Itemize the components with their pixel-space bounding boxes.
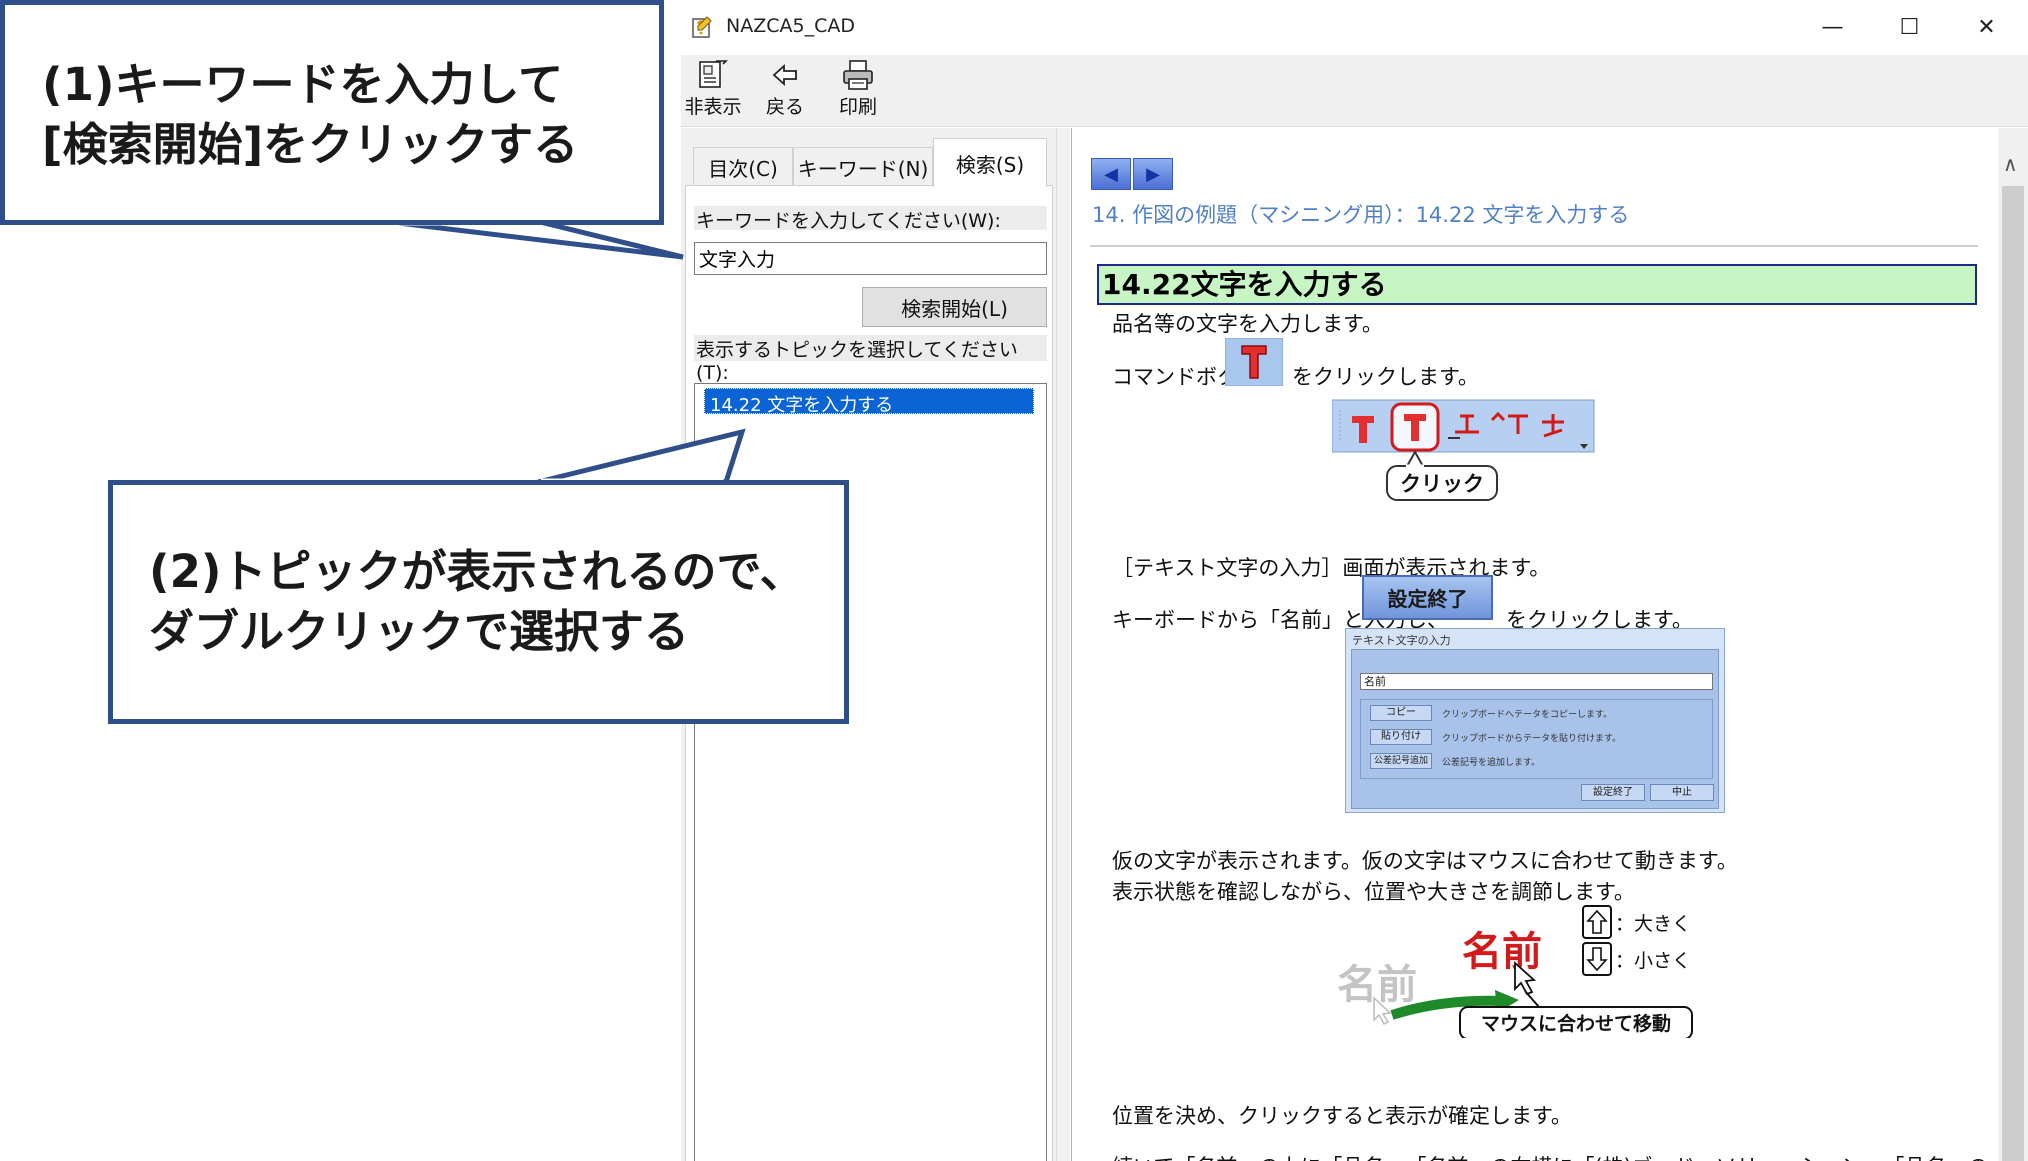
live-text: 名前 bbox=[1462, 929, 1542, 975]
tab-keyword[interactable]: キーワード(N) bbox=[793, 147, 933, 186]
dialog-paste-button: 貼り付け bbox=[1370, 729, 1432, 745]
body-text: をクリックします。 bbox=[1292, 365, 1479, 389]
pane-splitter[interactable] bbox=[1056, 128, 1070, 1161]
app-icon bbox=[692, 16, 712, 38]
right-triangle-icon: ▶ bbox=[1146, 163, 1160, 185]
hide-button[interactable]: 非表示 bbox=[681, 59, 745, 123]
step1-line2: [検索開始]をクリックする bbox=[42, 117, 579, 171]
text-tool-icon bbox=[1225, 338, 1283, 386]
topic-item-selected[interactable]: 14.22 文字を入力する bbox=[704, 388, 1034, 416]
minimize-button[interactable]: — bbox=[1794, 0, 1871, 55]
move-with-mouse-label: マウスに合わせて移動 bbox=[1481, 1012, 1671, 1035]
text-input-dialog-figure: テキスト文字の入力 名前 コピー クリップボードへテータをコピーします。 貼り付… bbox=[1345, 628, 1725, 813]
title-bar: NAZCA5_CAD — ☐ ✕ bbox=[681, 0, 2028, 55]
previous-topic-button[interactable]: ◀ bbox=[1091, 158, 1131, 190]
step1-callout: (1)キーワードを入力して [検索開始]をクリックする bbox=[0, 0, 664, 225]
tab-search[interactable]: 検索(S) bbox=[933, 138, 1047, 187]
keyword-label: キーワードを入力してください(W): bbox=[694, 206, 1047, 232]
topic-label: 表示するトピックを選択してください(T): bbox=[694, 335, 1047, 384]
dialog-row-text: クリップボードへテータをコピーします。 bbox=[1442, 710, 1613, 720]
scroll-up-icon[interactable]: ∧ bbox=[2003, 152, 2018, 176]
printer-icon bbox=[843, 60, 873, 90]
scrollbar-thumb[interactable] bbox=[2002, 186, 2024, 1161]
setting-done-button-image: 設定終了 bbox=[1362, 575, 1493, 620]
body-text: 表示状態を確認しながら、位置や大きさを調節します。 bbox=[1112, 880, 1635, 904]
hide-label: 非表示 bbox=[684, 96, 742, 118]
dialog-row-text: クリップボードからテータを貼り付けます。 bbox=[1442, 734, 1622, 744]
toolbar: 非表示 戻る 印刷 bbox=[681, 55, 2028, 127]
dialog-tolerance-button: 公差記号追加 bbox=[1370, 753, 1432, 769]
bigger-label: ：大きく bbox=[1615, 913, 1691, 935]
print-label: 印刷 bbox=[838, 96, 877, 118]
dialog-row-text: 公差記号を追加します。 bbox=[1442, 758, 1541, 768]
toolbar-figure: クリック bbox=[1332, 399, 1595, 501]
breadcrumb[interactable]: 14. 作図の例題（マシニング用）：14.22 文字を入力する bbox=[1092, 199, 1629, 229]
smaller-label: ：小さく bbox=[1615, 950, 1691, 972]
step2-line2: ダブルクリックで選択する bbox=[149, 604, 690, 658]
back-arrow-icon bbox=[772, 63, 797, 87]
hide-pane-icon bbox=[699, 60, 728, 88]
nav-tabs: 目次(C) キーワード(N) 検索(S) bbox=[681, 138, 1056, 187]
divider bbox=[1090, 245, 1978, 247]
step2-callout: (2)トピックが表示されるので、 ダブルクリックで選択する bbox=[108, 480, 849, 724]
dialog-copy-button: コピー bbox=[1370, 705, 1432, 721]
keyword-input[interactable] bbox=[694, 242, 1047, 275]
window-title: NAZCA5_CAD bbox=[726, 15, 855, 37]
body-text: 位置を決め、クリックすると表示が確定します。 bbox=[1112, 1104, 1572, 1128]
close-button[interactable]: ✕ bbox=[1948, 0, 2025, 55]
maximize-button[interactable]: ☐ bbox=[1871, 0, 1948, 55]
vertical-scrollbar[interactable]: ∧ bbox=[1998, 128, 2028, 1161]
step1-line1: (1)キーワードを入力して bbox=[42, 58, 564, 111]
dialog-ok-button: 設定終了 bbox=[1581, 784, 1645, 801]
dialog-title: テキスト文字の入力 bbox=[1352, 634, 1451, 647]
text-placement-figure: 名前 名前 ：大きく ：小さく マウスに合わせて移動 bbox=[1337, 905, 1693, 1038]
back-button[interactable]: 戻る bbox=[757, 59, 813, 123]
topic-heading: 14.22文字を入力する bbox=[1097, 264, 1977, 305]
tab-contents[interactable]: 目次(C) bbox=[693, 147, 793, 186]
body-text: 仮の文字が表示されます。仮の文字はマウスに合わせて動きます。 bbox=[1112, 849, 1738, 873]
click-label: クリック bbox=[1400, 472, 1484, 496]
help-window: NAZCA5_CAD — ☐ ✕ 非表示 戻る 印刷 目次(C) キーワード(N… bbox=[681, 0, 2028, 1161]
left-triangle-icon: ◀ bbox=[1104, 163, 1118, 185]
print-button[interactable]: 印刷 bbox=[828, 59, 888, 123]
next-topic-button[interactable]: ▶ bbox=[1133, 158, 1173, 190]
topic-content: ◀ ▶ 14. 作図の例題（マシニング用）：14.22 文字を入力する 14.2… bbox=[1071, 128, 2028, 1161]
dialog-text-field: 名前 bbox=[1360, 673, 1713, 690]
body-text: 品名等の文字を入力します。 bbox=[1112, 312, 1383, 336]
dialog-cancel-button: 中止 bbox=[1650, 784, 1714, 801]
body-text: 続いて「名前」の上に「品名」、「名前」の右横に「(株)ゴードーソリューション」、… bbox=[1112, 1151, 1988, 1161]
back-label: 戻る bbox=[765, 96, 804, 118]
search-start-button[interactable]: 検索開始(L) bbox=[862, 287, 1047, 327]
step2-line1: (2)トピックが表示されるので、 bbox=[149, 545, 805, 598]
